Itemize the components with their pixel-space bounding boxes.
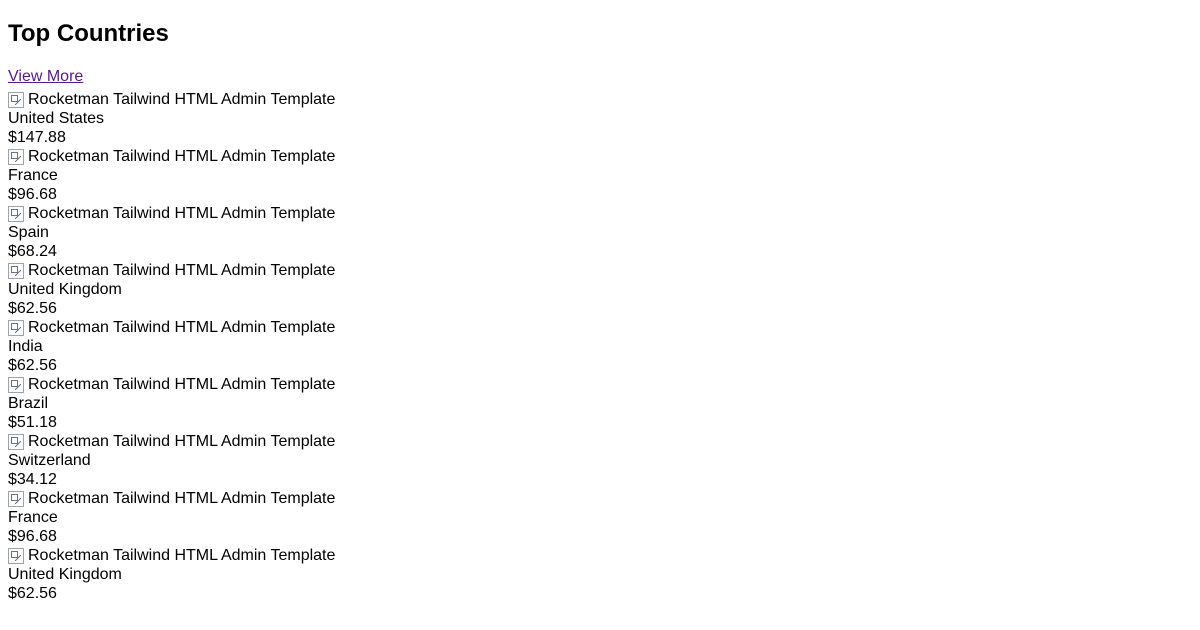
country-price: $62.56 — [8, 356, 1192, 375]
country-name: United States — [8, 109, 1192, 128]
list-item: Rocketman Tailwind HTML Admin TemplateBr… — [8, 375, 1192, 432]
list-item: Rocketman Tailwind HTML Admin TemplateFr… — [8, 489, 1192, 546]
image-row: Rocketman Tailwind HTML Admin Template — [8, 546, 1192, 565]
broken-image-icon — [8, 92, 24, 108]
list-item: Rocketman Tailwind HTML Admin TemplateSp… — [8, 204, 1192, 261]
image-alt-text: Rocketman Tailwind HTML Admin Template — [28, 204, 335, 223]
image-alt-text: Rocketman Tailwind HTML Admin Template — [28, 147, 335, 166]
country-name: United Kingdom — [8, 565, 1192, 584]
country-name: Switzerland — [8, 451, 1192, 470]
list-item: Rocketman Tailwind HTML Admin TemplateIn… — [8, 318, 1192, 375]
page-title: Top Countries — [8, 20, 1192, 48]
country-price: $62.56 — [8, 299, 1192, 318]
country-name: Brazil — [8, 394, 1192, 413]
image-alt-text: Rocketman Tailwind HTML Admin Template — [28, 318, 335, 337]
broken-image-icon — [8, 548, 24, 564]
image-alt-text: Rocketman Tailwind HTML Admin Template — [28, 432, 335, 451]
broken-image-icon — [8, 206, 24, 222]
image-row: Rocketman Tailwind HTML Admin Template — [8, 90, 1192, 109]
country-price: $68.24 — [8, 242, 1192, 261]
image-row: Rocketman Tailwind HTML Admin Template — [8, 318, 1192, 337]
image-row: Rocketman Tailwind HTML Admin Template — [8, 489, 1192, 508]
country-name: United Kingdom — [8, 280, 1192, 299]
country-price: $62.56 — [8, 584, 1192, 603]
country-price: $51.18 — [8, 413, 1192, 432]
list-item: Rocketman Tailwind HTML Admin TemplateFr… — [8, 147, 1192, 204]
image-row: Rocketman Tailwind HTML Admin Template — [8, 375, 1192, 394]
country-price: $96.68 — [8, 185, 1192, 204]
image-row: Rocketman Tailwind HTML Admin Template — [8, 432, 1192, 451]
image-row: Rocketman Tailwind HTML Admin Template — [8, 204, 1192, 223]
image-row: Rocketman Tailwind HTML Admin Template — [8, 147, 1192, 166]
broken-image-icon — [8, 149, 24, 165]
broken-image-icon — [8, 320, 24, 336]
broken-image-icon — [8, 434, 24, 450]
country-price: $34.12 — [8, 470, 1192, 489]
list-item: Rocketman Tailwind HTML Admin TemplateUn… — [8, 90, 1192, 147]
broken-image-icon — [8, 491, 24, 507]
broken-image-icon — [8, 377, 24, 393]
image-row: Rocketman Tailwind HTML Admin Template — [8, 261, 1192, 280]
view-more-link[interactable]: View More — [8, 68, 83, 86]
country-name: India — [8, 337, 1192, 356]
list-item: Rocketman Tailwind HTML Admin TemplateUn… — [8, 546, 1192, 603]
image-alt-text: Rocketman Tailwind HTML Admin Template — [28, 375, 335, 394]
country-name: France — [8, 166, 1192, 185]
countries-list: Rocketman Tailwind HTML Admin TemplateUn… — [8, 90, 1192, 603]
image-alt-text: Rocketman Tailwind HTML Admin Template — [28, 546, 335, 565]
country-price: $147.88 — [8, 128, 1192, 147]
list-item: Rocketman Tailwind HTML Admin TemplateSw… — [8, 432, 1192, 489]
image-alt-text: Rocketman Tailwind HTML Admin Template — [28, 261, 335, 280]
image-alt-text: Rocketman Tailwind HTML Admin Template — [28, 90, 335, 109]
image-alt-text: Rocketman Tailwind HTML Admin Template — [28, 489, 335, 508]
country-price: $96.68 — [8, 527, 1192, 546]
broken-image-icon — [8, 263, 24, 279]
country-name: Spain — [8, 223, 1192, 242]
country-name: France — [8, 508, 1192, 527]
list-item: Rocketman Tailwind HTML Admin TemplateUn… — [8, 261, 1192, 318]
